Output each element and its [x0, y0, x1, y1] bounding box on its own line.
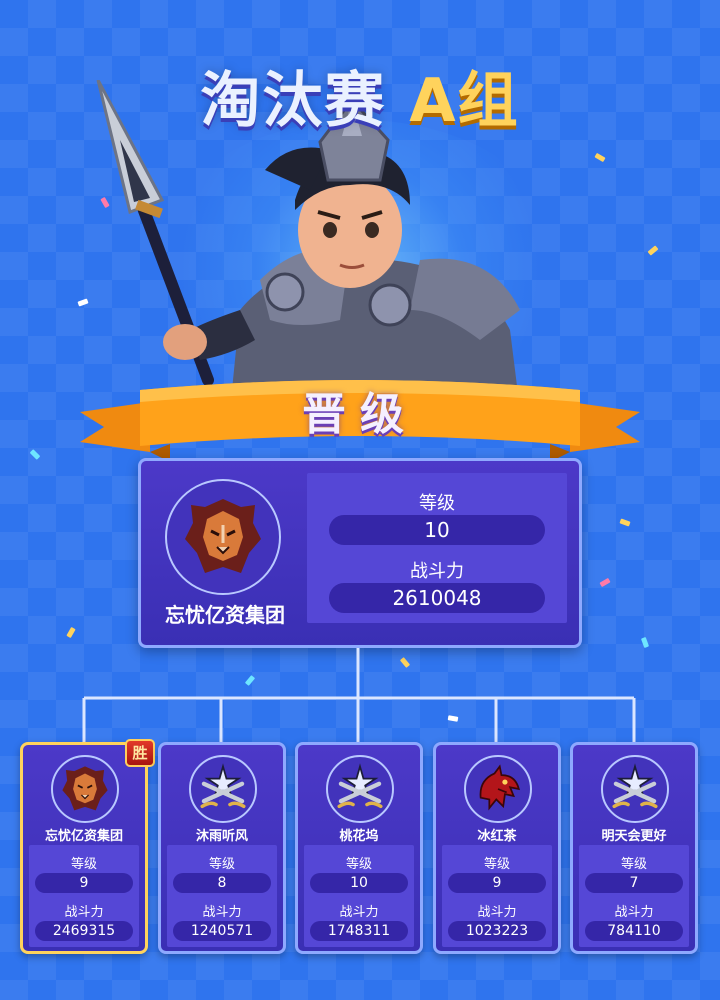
power-label: 战斗力 — [614, 905, 654, 920]
team-name: 忘忧亿资集团 — [44, 829, 123, 844]
level-value: 8 — [173, 873, 271, 893]
team-stats-panel: 等级 10 战斗力 1748311 — [304, 845, 414, 947]
level-value: 9 — [448, 873, 546, 893]
level-label: 等级 — [419, 493, 455, 514]
team-stats-panel: 等级 7 战斗力 784110 — [579, 845, 689, 947]
advanced-team-card[interactable]: 忘忧亿资集团 等级 10 战斗力 2610048 — [138, 458, 582, 648]
power-label: 战斗力 — [410, 561, 464, 582]
level-value: 7 — [585, 873, 683, 893]
crossed-swords-emblem-icon — [337, 763, 383, 809]
power-value: 784110 — [585, 921, 683, 941]
team-name: 冰红茶 — [477, 829, 517, 844]
team-name: 沐雨听风 — [195, 829, 248, 844]
power-label: 战斗力 — [339, 905, 379, 920]
team-avatar — [326, 755, 394, 823]
confetti-piece — [640, 636, 650, 649]
bracket-team-card-3[interactable]: 桃花坞 等级 10 战斗力 1748311 — [295, 742, 423, 954]
team-avatar — [51, 755, 119, 823]
team-name: 桃花坞 — [339, 829, 379, 844]
team-avatar — [601, 755, 669, 823]
level-label: 等级 — [620, 857, 647, 872]
bracket-team-card-5[interactable]: 明天会更好 等级 7 战斗力 784110 — [570, 742, 698, 954]
team-stats-panel: 等级 9 战斗力 1023223 — [442, 845, 552, 947]
team-avatar — [464, 755, 532, 823]
level-value: 9 — [35, 873, 133, 893]
level-value: 10 — [310, 873, 408, 893]
confetti-piece — [29, 449, 41, 460]
lion-emblem-icon — [185, 499, 261, 573]
power-value: 2610048 — [329, 583, 545, 613]
confetti-piece — [66, 626, 76, 639]
team-stats-panel: 等级 9 战斗力 2469315 — [29, 845, 139, 947]
power-label: 战斗力 — [64, 905, 104, 920]
confetti-piece — [599, 577, 611, 588]
power-value: 1023223 — [448, 921, 546, 941]
confetti-piece — [619, 518, 631, 527]
bracket-team-card-1[interactable]: 胜 忘忧亿资集团 等级 9 战斗力 2469315 — [20, 739, 155, 954]
team-name: 明天会更好 — [601, 829, 667, 844]
confetti-piece — [647, 245, 659, 256]
confetti-piece — [77, 298, 89, 307]
team-stats-panel: 等级 10 战斗力 2610048 — [307, 473, 567, 623]
team-name: 忘忧亿资集团 — [165, 603, 285, 627]
page-title: 淘汰赛 A组 — [0, 52, 720, 139]
team-avatar — [165, 479, 281, 595]
title-group: A组 — [409, 66, 520, 136]
level-label: 等级 — [483, 857, 510, 872]
power-value: 2469315 — [35, 921, 133, 941]
confetti-piece — [447, 715, 459, 722]
team-stats-panel: 等级 8 战斗力 1240571 — [167, 845, 277, 947]
lion-emblem-icon — [62, 766, 108, 811]
level-label: 等级 — [208, 857, 235, 872]
level-label: 等级 — [70, 857, 97, 872]
power-label: 战斗力 — [477, 905, 517, 920]
confetti-piece — [399, 657, 411, 668]
crossed-swords-emblem-icon — [200, 763, 246, 809]
power-value: 1748311 — [310, 921, 408, 941]
bracket-team-card-4[interactable]: 冰红茶 等级 9 战斗力 1023223 — [433, 742, 561, 954]
bracket-team-card-2[interactable]: 沐雨听风 等级 8 战斗力 1240571 — [158, 742, 286, 954]
level-label: 等级 — [345, 857, 372, 872]
team-avatar — [189, 755, 257, 823]
power-value: 1240571 — [173, 921, 271, 941]
advance-label: 晋级 — [302, 389, 418, 440]
confetti-piece — [244, 675, 256, 686]
power-label: 战斗力 — [202, 905, 242, 920]
title-main: 淘汰赛 — [200, 66, 387, 136]
level-value: 10 — [329, 515, 545, 545]
crossed-swords-emblem-icon — [612, 763, 658, 809]
win-badge: 胜 — [125, 739, 155, 767]
dragon-emblem-icon — [479, 764, 520, 811]
